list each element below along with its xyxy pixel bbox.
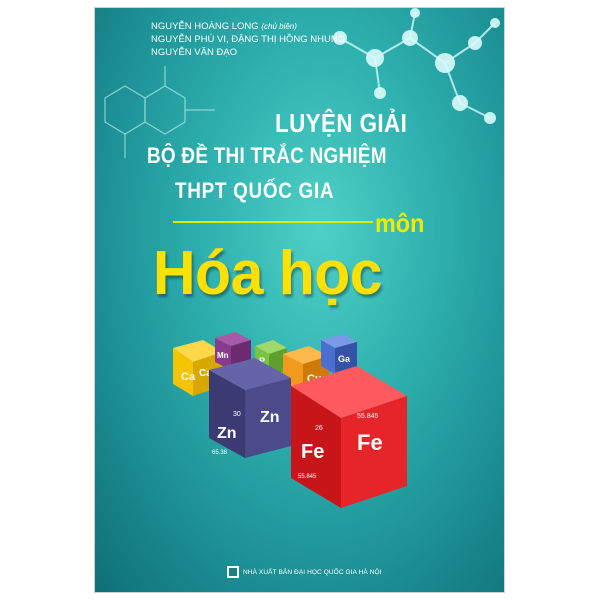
title-divider (173, 221, 373, 223)
subject-title: Hóa học (153, 239, 383, 308)
title-line-2: BỘ ĐỀ THI TRẮC NGHIỆM (147, 143, 387, 168)
svg-text:Fe: Fe (301, 441, 324, 463)
cube-zn-mass: 65.38 (212, 450, 228, 456)
author-editor: NGUYỄN HOÀNG LONG (151, 21, 259, 32)
cube-fe-number: 26 (315, 425, 323, 432)
author-role: (chủ biên) (261, 22, 297, 31)
subject-prefix: môn (375, 208, 425, 238)
cube-ca-symbol: Ca (181, 371, 196, 383)
svg-text:55.845: 55.845 (357, 413, 379, 420)
title-line-3: THPT QUỐC GIA (175, 178, 335, 203)
svg-text:Zn: Zn (217, 425, 237, 442)
publisher-logo (227, 566, 239, 578)
cube-fe-mass: 55.845 (298, 474, 317, 480)
co-authors-line2: NGUYỄN VĂN ĐẠO (151, 47, 238, 58)
cube-mn-symbol: Mn (217, 351, 229, 360)
cube-zn: Zn Zn 30 65.38 (209, 358, 291, 458)
title-line-1: LUYỆN GIẢI (275, 108, 408, 138)
co-authors-line1: NGUYỄN PHÚ VI, ĐẶNG THỊ HỒNG NHUNG, (151, 34, 348, 45)
element-cubes-illustration: Ca Ca Mn P Cu Ga (173, 332, 407, 508)
book-cover: NGUYỄN HOÀNG LONG (chủ biên) NGUYỄN PHÚ … (95, 8, 504, 592)
cube-ga-symbol: Ga (338, 354, 351, 364)
cube-fe: Fe Fe 26 55.845 55.845 (291, 366, 407, 508)
cube-zn-symbol: Zn (260, 409, 280, 426)
cube-zn-number: 30 (233, 411, 241, 418)
cube-fe-symbol: Fe (357, 430, 383, 455)
authors-block: NGUYỄN HOÀNG LONG (chủ biên) NGUYỄN PHÚ … (151, 20, 348, 59)
publisher-name: NHÀ XUẤT BẢN ĐẠI HỌC QUỐC GIA HÀ NỘI (243, 569, 382, 576)
